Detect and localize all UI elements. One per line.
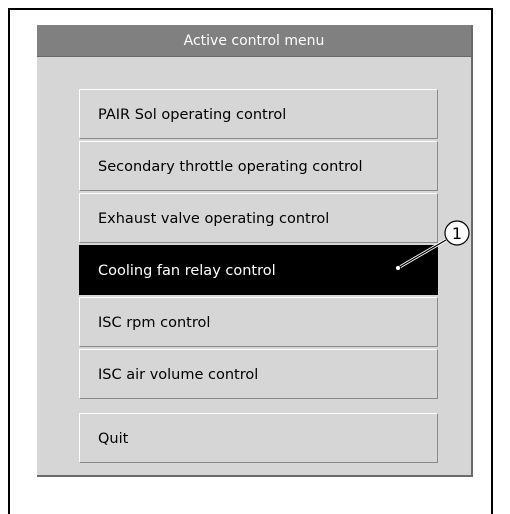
menu-item-isc-air-volume-control[interactable]: ISC air volume control [79, 349, 438, 399]
menu-item-pair-sol-operating-control[interactable]: PAIR Sol operating control [79, 89, 438, 139]
active-control-menu-window: Active control menu PAIR Sol operating c… [37, 25, 473, 477]
quit-button[interactable]: Quit [79, 413, 438, 463]
menu-item-isc-rpm-control[interactable]: ISC rpm control [79, 297, 438, 347]
menu-item-exhaust-valve-operating-control[interactable]: Exhaust valve operating control [79, 193, 438, 243]
menu-item-cooling-fan-relay-control[interactable]: Cooling fan relay control [79, 245, 438, 295]
menu-item-secondary-throttle-operating-control[interactable]: Secondary throttle operating control [79, 141, 438, 191]
window-title: Active control menu [37, 25, 471, 57]
